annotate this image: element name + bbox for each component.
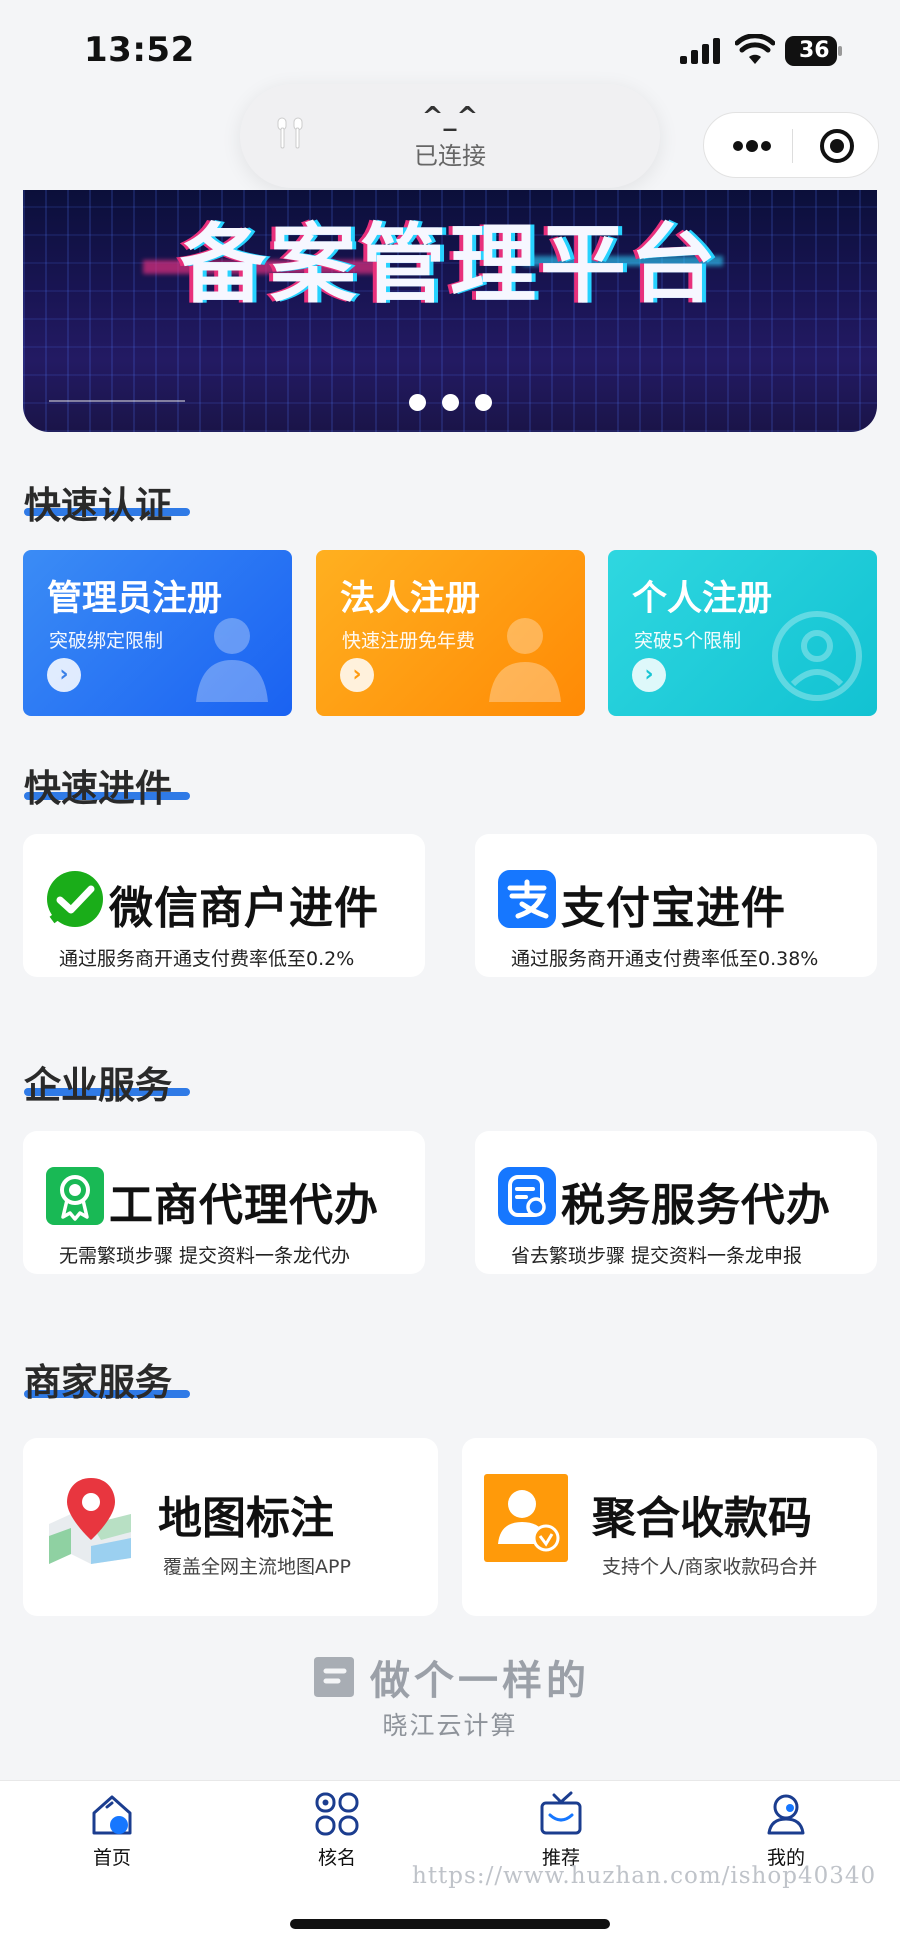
banner-indicator: [23, 394, 877, 415]
map-pin-icon: [49, 1478, 131, 1564]
tab-name-check[interactable]: 核名: [282, 1791, 392, 1881]
island-face: ^_^: [421, 102, 479, 132]
card-subtitle: 突破绑定限制: [49, 630, 164, 652]
banner-dot[interactable]: [474, 394, 492, 411]
capsule-divider: [792, 129, 793, 163]
legal-register-card[interactable]: 法人注册 快速注册免年费 ›: [316, 550, 585, 716]
brand-slogan: 做个一样的: [370, 1658, 590, 1704]
card-title: 地图标注: [158, 1493, 334, 1544]
card-subtitle: 通过服务商开通支付费率低至0.38%: [511, 948, 819, 970]
user-icon: [767, 1794, 805, 1835]
personal-profile-icon: [772, 611, 862, 701]
award-icon: [46, 1167, 104, 1225]
banner-dot[interactable]: [408, 394, 426, 411]
banner-dot[interactable]: [441, 394, 459, 411]
home-icon: [92, 1795, 132, 1835]
tab-label: 核名: [317, 1847, 356, 1869]
section-title-quick-entry: 快速进件: [24, 767, 172, 810]
battery-level: 36: [799, 38, 830, 63]
status-bar: 13:52 36: [0, 0, 900, 95]
status-time: 13:52: [84, 30, 195, 70]
map-marking-card[interactable]: 地图标注 覆盖全网主流地图APP: [23, 1438, 438, 1616]
wechat-check-icon: [47, 871, 103, 927]
banner-title: 备案管理平台: [180, 215, 720, 315]
brand-logo-icon: [314, 1657, 354, 1697]
tab-label: 首页: [92, 1847, 131, 1869]
arrow-right-icon[interactable]: ›: [47, 658, 81, 692]
island-status: 已连接: [414, 142, 486, 170]
card-subtitle: 突破5个限制: [634, 630, 742, 652]
card-title: 工商代理代办: [109, 1180, 379, 1231]
card-subtitle: 支持个人/商家收款码合并: [602, 1556, 818, 1578]
card-subtitle: 覆盖全网主流地图APP: [163, 1556, 351, 1578]
legal-person-icon: [489, 618, 561, 702]
card-subtitle: 通过服务商开通支付费率低至0.2%: [59, 948, 355, 970]
admin-register-card[interactable]: 管理员注册 突破绑定限制 ›: [23, 550, 292, 716]
signal-icon: [680, 38, 720, 64]
alipay-icon: [498, 870, 556, 928]
tax-document-icon: [498, 1167, 556, 1225]
card-title: 个人注册: [632, 579, 773, 619]
watermark-url: https://www.huzhan.com/ishop40340: [412, 1863, 877, 1889]
alipay-merchant-card[interactable]: 支付宝进件 通过服务商开通支付费率低至0.38%: [475, 834, 877, 977]
tax-agency-card[interactable]: 税务服务代办 省去繁琐步骤 提交资料一条龙申报: [475, 1131, 877, 1274]
admin-person-icon: [196, 618, 268, 702]
section-title-quick-auth: 快速认证: [24, 484, 172, 527]
card-title: 聚合收款码: [592, 1493, 812, 1544]
section-title-merchant: 商家服务: [24, 1361, 172, 1404]
battery-icon: 36: [785, 36, 843, 66]
capsule-menu: [703, 112, 879, 178]
card-subtitle: 无需繁琐步骤 提交资料一条龙代办: [59, 1245, 351, 1267]
banner-carousel[interactable]: 备案管理平台: [23, 190, 877, 432]
card-subtitle: 省去繁琐步骤 提交资料一条龙申报: [511, 1245, 803, 1267]
business-agency-card[interactable]: 工商代理代办 无需繁琐步骤 提交资料一条龙代办: [23, 1131, 425, 1274]
section-title-enterprise: 企业服务: [24, 1064, 172, 1107]
more-icon[interactable]: [732, 137, 772, 155]
wifi-icon: [735, 34, 775, 64]
payment-user-icon: [484, 1474, 568, 1562]
arrow-right-icon[interactable]: ›: [632, 658, 666, 692]
brand-name: 晓江云计算: [382, 1711, 518, 1740]
dynamic-island: ^_^ 已连接: [240, 84, 660, 188]
grid-icon: [315, 1792, 359, 1836]
brand-slogan-row: 做个一样的: [0, 1648, 900, 1706]
card-title: 微信商户进件: [109, 883, 379, 934]
card-title: 支付宝进件: [561, 883, 786, 934]
personal-register-card[interactable]: 个人注册 突破5个限制 ›: [608, 550, 877, 716]
arrow-right-icon[interactable]: ›: [340, 658, 374, 692]
tv-icon: [540, 1791, 582, 1835]
card-subtitle: 快速注册免年费: [342, 630, 476, 652]
tab-home[interactable]: 首页: [57, 1791, 167, 1881]
aggregate-payment-card[interactable]: 聚合收款码 支持个人/商家收款码合并: [462, 1438, 877, 1616]
card-title: 税务服务代办: [561, 1180, 831, 1231]
card-title: 法人注册: [340, 579, 481, 619]
close-target-icon[interactable]: [819, 128, 855, 164]
wechat-merchant-card[interactable]: 微信商户进件 通过服务商开通支付费率低至0.2%: [23, 834, 425, 977]
home-indicator[interactable]: [290, 1919, 610, 1929]
